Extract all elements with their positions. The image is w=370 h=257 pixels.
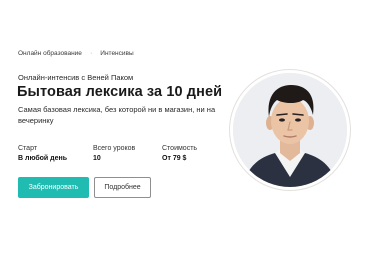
course-author: Онлайн-интенсив с Веней Паком	[18, 73, 134, 82]
breadcrumb-separator: ·	[89, 50, 93, 57]
stat-lessons-value: 10	[93, 155, 101, 162]
stat-lessons: Всего уроков 10	[93, 145, 162, 162]
stat-start-value: В любой день	[18, 155, 68, 162]
stat-price-label: Стоимость	[162, 145, 198, 152]
stat-lessons-label: Всего уроков	[93, 145, 136, 152]
breadcrumb-item-online-education[interactable]: Онлайн образование	[18, 50, 82, 57]
avatar	[229, 69, 351, 191]
more-details-button[interactable]: Подробнее	[94, 177, 151, 198]
person-photo-icon	[233, 73, 347, 187]
stat-start-label: Старт	[18, 145, 38, 152]
course-stats: Старт В любой день Всего уроков 10 Стоим…	[18, 145, 197, 162]
course-title: Бытовая лексика за 10 дней	[17, 84, 223, 100]
stat-price: Стоимость От 79 $	[162, 145, 197, 162]
stat-start: Старт В любой день	[18, 145, 93, 162]
breadcrumb: Онлайн образование · Интенсивы	[18, 50, 134, 57]
book-button[interactable]: Забронировать	[18, 177, 89, 198]
course-card: Онлайн образование · Интенсивы Онлайн-ин…	[0, 0, 370, 257]
breadcrumb-item-intensives[interactable]: Интенсивы	[100, 50, 133, 57]
course-description: Самая базовая лексика, без которой ни в …	[18, 105, 216, 125]
stat-price-value: От 79 $	[162, 155, 187, 162]
